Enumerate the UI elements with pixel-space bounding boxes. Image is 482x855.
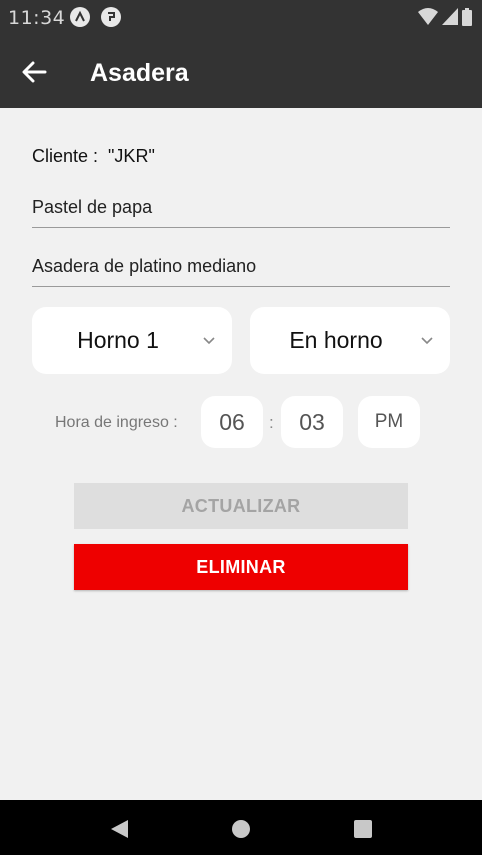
oven-picker[interactable]: Horno 1 <box>32 307 232 374</box>
state-picker-value: En horno <box>289 327 383 353</box>
state-picker[interactable]: En horno <box>250 307 450 374</box>
wifi-icon <box>418 8 438 25</box>
arrow-left-icon <box>22 61 47 83</box>
nav-recents-icon[interactable] <box>352 818 374 840</box>
signal-icon <box>442 8 458 25</box>
app-header: 11:34 Asadera <box>0 0 482 108</box>
chevron-down-icon <box>421 337 433 345</box>
nav-home-icon[interactable] <box>230 818 252 840</box>
delete-button[interactable]: ELIMINAR <box>74 544 408 590</box>
status-time: 11:34 <box>8 7 66 29</box>
hour-input[interactable]: 06 <box>201 396 263 448</box>
update-button[interactable]: ACTUALIZAR <box>74 483 408 529</box>
status-icons <box>418 8 472 26</box>
entry-time-label: Hora de ingreso : <box>55 414 178 431</box>
product-field[interactable]: Pastel de papa <box>32 192 450 228</box>
notification-app-icon <box>70 7 90 27</box>
battery-icon <box>462 8 472 26</box>
client-value: "JKR" <box>108 146 155 166</box>
system-navigation-bar <box>0 800 482 855</box>
oven-picker-value: Horno 1 <box>77 327 159 353</box>
notification-app-icon <box>101 7 121 27</box>
tray-field[interactable]: Asadera de platino mediano <box>32 251 450 287</box>
chevron-down-icon <box>203 337 215 345</box>
page-title: Asadera <box>90 59 189 87</box>
time-separator: : <box>269 413 274 432</box>
minute-input[interactable]: 03 <box>281 396 343 448</box>
client-label: Cliente : <box>32 146 99 166</box>
nav-back-icon[interactable] <box>108 818 130 840</box>
client-info: Cliente : "JKR" <box>32 146 155 167</box>
am-pm-toggle[interactable]: PM <box>358 396 420 448</box>
back-button[interactable] <box>18 56 50 88</box>
